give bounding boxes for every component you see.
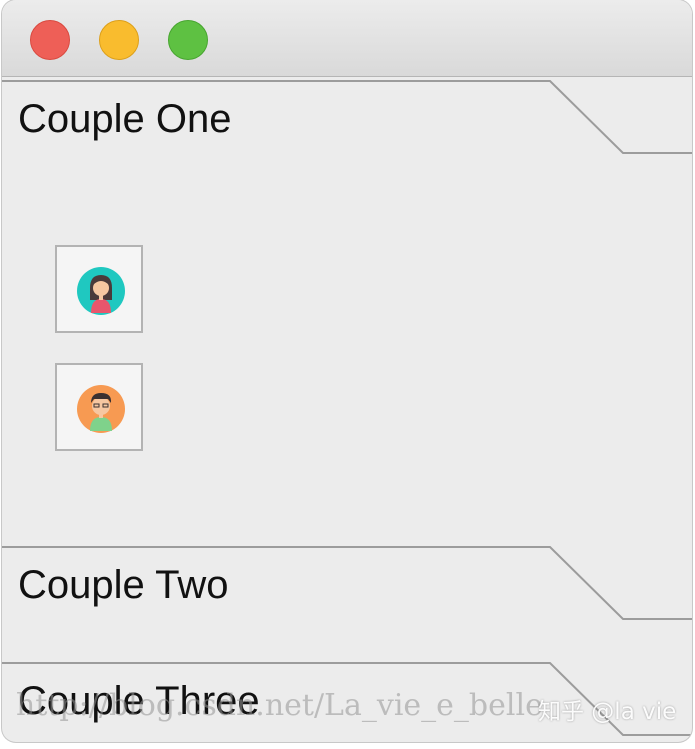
title-bar[interactable] xyxy=(2,0,692,77)
titled-pane-header-couple-two[interactable]: Couple Two xyxy=(2,544,692,624)
titled-pane-couple-three: Couple Three xyxy=(2,660,692,742)
titled-pane-header-couple-three[interactable]: Couple Three xyxy=(2,660,692,740)
man-avatar-icon xyxy=(77,385,125,433)
minimize-window-button[interactable] xyxy=(99,20,139,60)
zoom-window-button[interactable] xyxy=(168,20,208,60)
titled-pane-couple-two: Couple Two xyxy=(2,544,692,662)
app-window: Couple One Couple Two Couple Three http:… xyxy=(2,0,692,742)
woman-avatar-button[interactable] xyxy=(55,245,143,333)
pane-title-label: Couple Two xyxy=(18,563,229,607)
titled-pane-couple-one: Couple One xyxy=(2,78,692,545)
pane-title-label: Couple Three xyxy=(18,679,260,723)
titled-pane-header-couple-one[interactable]: Couple One xyxy=(2,78,692,158)
woman-avatar-icon xyxy=(77,267,125,315)
man-avatar-button[interactable] xyxy=(55,363,143,451)
close-window-button[interactable] xyxy=(30,20,70,60)
pane-title-label: Couple One xyxy=(18,97,232,141)
